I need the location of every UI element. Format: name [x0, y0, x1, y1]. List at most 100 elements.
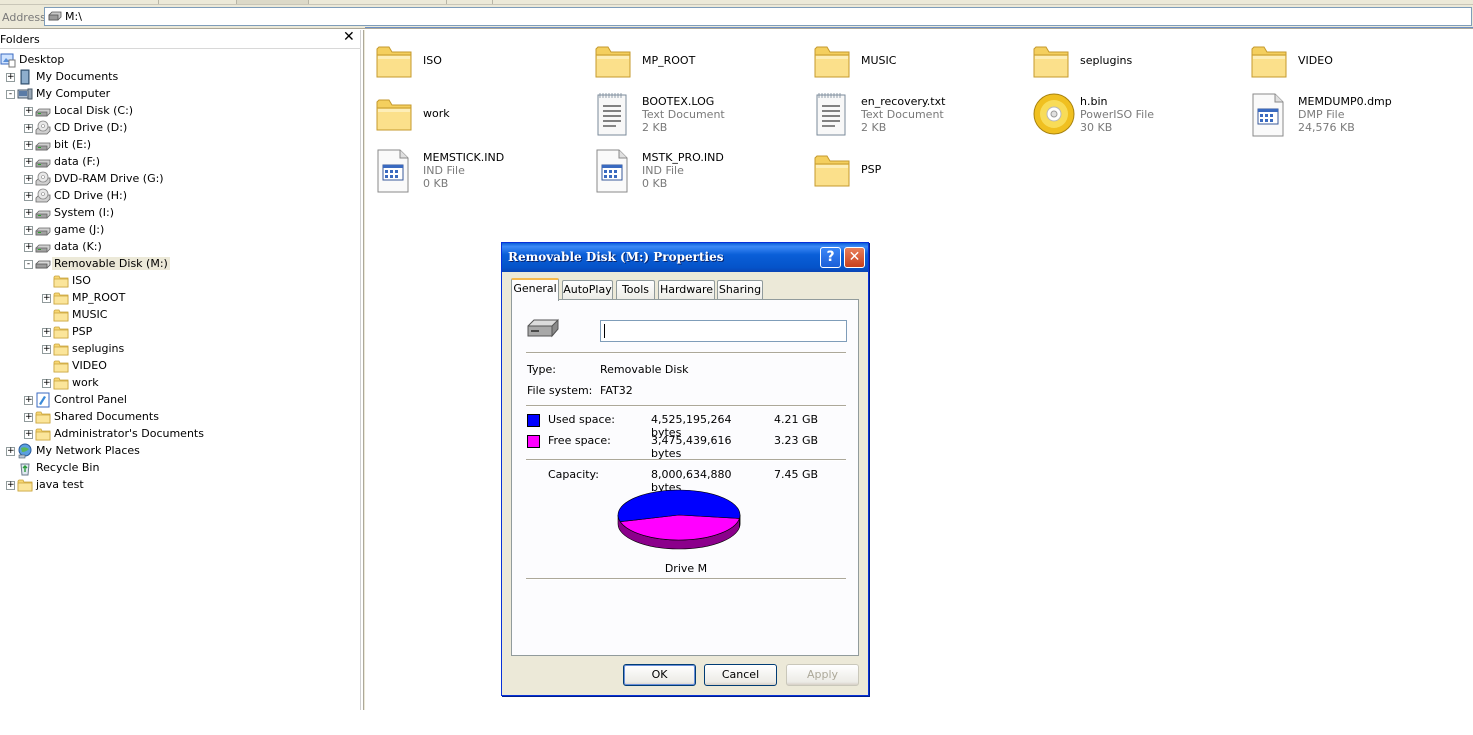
tree-item[interactable]: + seplugins: [0, 341, 360, 358]
pane-splitter[interactable]: [363, 30, 365, 710]
tree-item-label: My Network Places: [36, 444, 140, 457]
expand-icon[interactable]: +: [24, 242, 33, 252]
tree-item[interactable]: ISO: [0, 273, 360, 290]
tree-item[interactable]: + MP_ROOT: [0, 290, 360, 307]
file-item[interactable]: PSP: [813, 148, 1023, 198]
folder-icon: [35, 426, 51, 442]
tree-item[interactable]: + game (J:): [0, 222, 360, 239]
tree-item[interactable]: + System (I:): [0, 205, 360, 222]
expander-glyph: +: [25, 191, 33, 201]
tree-item[interactable]: + data (K:): [0, 239, 360, 256]
expand-icon[interactable]: +: [42, 327, 51, 337]
network-places-icon: [17, 443, 33, 459]
folder-icon: [375, 41, 415, 87]
tree-item[interactable]: - My Computer: [0, 86, 360, 103]
tree-item[interactable]: + Administrator's Documents: [0, 426, 360, 443]
expand-icon[interactable]: +: [24, 395, 33, 405]
expand-icon[interactable]: +: [24, 429, 33, 439]
tree-item[interactable]: + PSP: [0, 324, 360, 341]
tree-item[interactable]: + work: [0, 375, 360, 392]
hard-drive-icon: [35, 154, 51, 170]
folder-icon: [53, 341, 69, 357]
file-item[interactable]: MEMSTICK.IND IND File 0 KB: [375, 148, 585, 198]
expander-glyph: +: [25, 140, 33, 150]
tree-item[interactable]: + Shared Documents: [0, 409, 360, 426]
file-item[interactable]: h.bin PowerISO File 30 KB: [1032, 92, 1242, 142]
file-item[interactable]: BOOTEX.LOG Text Document 2 KB: [594, 92, 804, 142]
expand-icon[interactable]: +: [6, 72, 15, 82]
tree-item[interactable]: + java test: [0, 477, 360, 494]
file-type: Text Document: [642, 108, 725, 121]
tree-item-label: game (J:): [54, 223, 105, 236]
collapse-icon[interactable]: -: [6, 89, 15, 99]
folder-icon: [53, 375, 69, 391]
used-space-swatch: [527, 414, 540, 427]
close-icon[interactable]: ✕: [343, 29, 355, 45]
tree-item[interactable]: Recycle Bin: [0, 460, 360, 477]
tree-item[interactable]: Desktop: [0, 52, 360, 69]
expand-icon[interactable]: +: [6, 446, 15, 456]
file-item[interactable]: VIDEO: [1250, 39, 1460, 89]
expand-icon[interactable]: +: [24, 208, 33, 218]
folder-icon: [1032, 41, 1072, 87]
expand-icon[interactable]: +: [6, 480, 15, 490]
file-size: 24,576 KB: [1298, 121, 1355, 134]
expand-icon[interactable]: +: [42, 344, 51, 354]
volume-label-input[interactable]: [600, 320, 847, 342]
close-button[interactable]: ✕: [844, 247, 865, 268]
tree-item-label: data (K:): [54, 240, 102, 253]
expand-icon[interactable]: +: [24, 191, 33, 201]
file-name: ISO: [423, 54, 442, 67]
tree-item[interactable]: + bit (E:): [0, 137, 360, 154]
file-name: MSTK_PRO.IND: [642, 151, 724, 164]
file-item[interactable]: en_recovery.txt Text Document 2 KB: [813, 92, 1023, 142]
expand-icon[interactable]: +: [24, 106, 33, 116]
apply-button[interactable]: Apply: [786, 664, 859, 686]
expand-icon[interactable]: +: [24, 140, 33, 150]
tree-item-label: Desktop: [19, 53, 65, 66]
ok-button[interactable]: OK: [623, 664, 696, 686]
expand-icon[interactable]: +: [24, 157, 33, 167]
tab-tools[interactable]: Tools: [616, 280, 655, 300]
tab-sharing[interactable]: Sharing: [717, 280, 763, 300]
capacity-gb: 7.45 GB: [774, 468, 819, 481]
file-item[interactable]: MSTK_PRO.IND IND File 0 KB: [594, 148, 804, 198]
tree-item[interactable]: + My Documents: [0, 69, 360, 86]
tree-item[interactable]: VIDEO: [0, 358, 360, 375]
tree-item[interactable]: + My Network Places: [0, 443, 360, 460]
tab-hardware[interactable]: Hardware: [658, 280, 715, 300]
file-size: 2 KB: [642, 121, 668, 134]
address-input[interactable]: M:\: [44, 7, 1472, 26]
tree-item[interactable]: + CD Drive (D:): [0, 120, 360, 137]
cancel-button[interactable]: Cancel: [704, 664, 777, 686]
cd-drive-icon: [35, 188, 51, 204]
tree-item[interactable]: + Local Disk (C:): [0, 103, 360, 120]
tab-general[interactable]: General: [511, 278, 559, 301]
tree-item-label: Control Panel: [54, 393, 127, 406]
file-item[interactable]: seplugins: [1032, 39, 1242, 89]
file-item[interactable]: MUSIC: [813, 39, 1023, 89]
file-item[interactable]: work: [375, 92, 585, 142]
tree-item[interactable]: + DVD-RAM Drive (G:): [0, 171, 360, 188]
expand-icon[interactable]: +: [42, 293, 51, 303]
tree-item[interactable]: - Removable Disk (M:): [0, 256, 360, 273]
expander-glyph: +: [25, 429, 33, 439]
expand-icon[interactable]: +: [24, 412, 33, 422]
dialog-titlebar[interactable]: Removable Disk (M:) Properties ? ✕: [502, 243, 868, 272]
file-item[interactable]: MEMDUMP0.dmp DMP File 24,576 KB: [1250, 92, 1460, 142]
tree-item[interactable]: + Control Panel: [0, 392, 360, 409]
expand-icon[interactable]: +: [24, 225, 33, 235]
expand-icon[interactable]: +: [24, 123, 33, 133]
tree-item[interactable]: + CD Drive (H:): [0, 188, 360, 205]
tree-item[interactable]: + data (F:): [0, 154, 360, 171]
expander-glyph: +: [25, 208, 33, 218]
tab-autoplay[interactable]: AutoPlay: [562, 280, 613, 300]
expand-icon[interactable]: +: [24, 174, 33, 184]
file-item[interactable]: ISO: [375, 39, 585, 89]
dialog-title: Removable Disk (M:) Properties: [508, 250, 724, 264]
collapse-icon[interactable]: -: [24, 259, 33, 269]
help-button[interactable]: ?: [820, 247, 841, 268]
expand-icon[interactable]: +: [42, 378, 51, 388]
file-item[interactable]: MP_ROOT: [594, 39, 804, 89]
tree-item[interactable]: MUSIC: [0, 307, 360, 324]
